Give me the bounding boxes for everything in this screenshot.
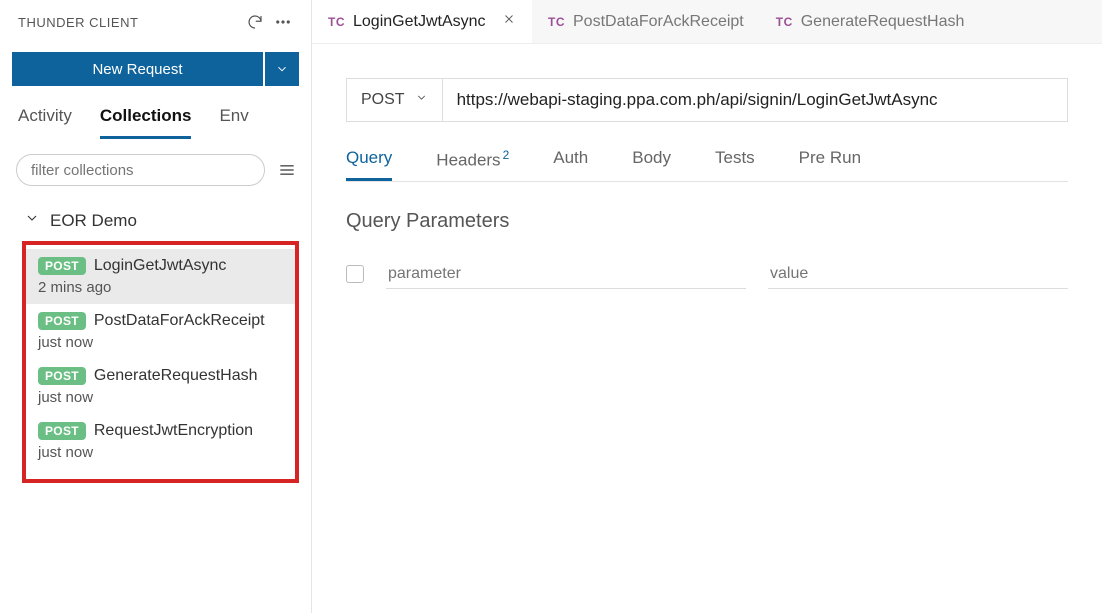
editor-tabbar: TC LoginGetJwtAsync TC PostDataForAckRec… (312, 0, 1102, 44)
sidebar-tabs: Activity Collections Env (0, 94, 311, 140)
param-checkbox[interactable] (346, 265, 364, 283)
filter-collections-input[interactable] (16, 154, 265, 186)
hamburger-icon[interactable] (275, 158, 299, 182)
sidebar-header: THUNDER CLIENT (0, 0, 311, 42)
tab-body[interactable]: Body (632, 148, 671, 181)
chevron-down-icon (24, 210, 40, 231)
request-item[interactable]: POST PostDataForAckReceipt just now (26, 304, 295, 359)
sidebar-title: THUNDER CLIENT (18, 15, 241, 30)
url-bar: POST (346, 78, 1068, 122)
request-name: RequestJwtEncryption (94, 422, 253, 440)
param-value-input[interactable] (768, 259, 1068, 289)
chevron-down-icon (415, 91, 428, 109)
method-badge: POST (38, 257, 86, 275)
tab-tests[interactable]: Tests (715, 148, 755, 181)
sidebar: THUNDER CLIENT New Request Activity Coll… (0, 0, 312, 613)
url-input[interactable] (443, 79, 1067, 121)
tab-env[interactable]: Env (219, 106, 248, 139)
request-time: just now (38, 389, 285, 406)
request-item[interactable]: POST GenerateRequestHash just now (26, 359, 295, 414)
request-name: PostDataForAckReceipt (94, 312, 265, 330)
tab-collections[interactable]: Collections (100, 106, 192, 139)
tab-headers[interactable]: Headers2 (436, 148, 509, 181)
tab-auth[interactable]: Auth (553, 148, 588, 181)
method-select[interactable]: POST (347, 79, 443, 121)
refresh-icon[interactable] (241, 8, 269, 36)
tab-activity[interactable]: Activity (18, 106, 72, 139)
request-item[interactable]: POST RequestJwtEncryption just now (26, 414, 295, 469)
new-request-button[interactable]: New Request (12, 52, 263, 86)
tab-query[interactable]: Query (346, 148, 392, 181)
request-item[interactable]: POST LoginGetJwtAsync 2 mins ago (26, 249, 295, 304)
editor-tab[interactable]: TC GenerateRequestHash (760, 0, 981, 43)
param-row (346, 259, 1068, 289)
method-badge: POST (38, 312, 86, 330)
request-highlight-box: POST LoginGetJwtAsync 2 mins ago POST Po… (22, 241, 299, 483)
close-icon[interactable] (502, 12, 516, 31)
request-time: 2 mins ago (38, 279, 285, 296)
collection-name: EOR Demo (50, 211, 137, 231)
tab-prefix: TC (328, 15, 345, 29)
more-icon[interactable] (269, 8, 297, 36)
request-name: GenerateRequestHash (94, 367, 258, 385)
section-title: Query Parameters (346, 210, 1068, 233)
request-name: LoginGetJwtAsync (94, 257, 227, 275)
tab-label: LoginGetJwtAsync (353, 13, 486, 31)
headers-count-badge: 2 (503, 148, 510, 162)
tab-label: PostDataForAckReceipt (573, 13, 744, 31)
new-request-row: New Request (0, 42, 311, 94)
method-badge: POST (38, 422, 86, 440)
main-area: TC LoginGetJwtAsync TC PostDataForAckRec… (312, 0, 1102, 613)
editor-tab[interactable]: TC PostDataForAckReceipt (532, 0, 760, 43)
method-value: POST (361, 91, 405, 109)
tab-prerun[interactable]: Pre Run (799, 148, 861, 181)
filter-row (0, 140, 311, 196)
editor-tab[interactable]: TC LoginGetJwtAsync (312, 0, 532, 43)
request-time: just now (38, 444, 285, 461)
tab-prefix: TC (548, 15, 565, 29)
request-panel: POST Query Headers2 Auth Body Tests Pre … (312, 44, 1102, 613)
tab-prefix: TC (776, 15, 793, 29)
collection-toggle[interactable]: EOR Demo (0, 196, 311, 241)
request-tabs: Query Headers2 Auth Body Tests Pre Run (346, 148, 1068, 182)
method-badge: POST (38, 367, 86, 385)
new-request-dropdown[interactable] (265, 52, 299, 86)
tab-label: GenerateRequestHash (801, 13, 965, 31)
param-name-input[interactable] (386, 259, 746, 289)
request-time: just now (38, 334, 285, 351)
